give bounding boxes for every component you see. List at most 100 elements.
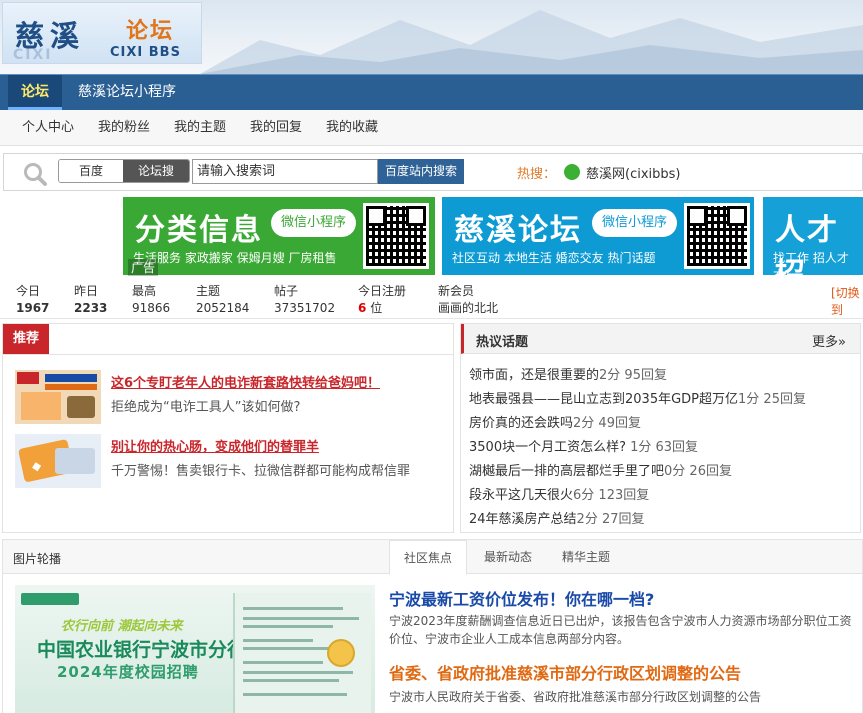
hot-topic-text[interactable]: 湖樾最后一排的高层都烂手里了吧 (469, 464, 664, 479)
stat-unit: 位 (370, 301, 383, 315)
banner-title: 分类信息 (135, 213, 263, 248)
site-logo[interactable]: CIXI 慈溪 论坛 CIXI BBS (2, 2, 202, 64)
hot-topics-panel: 热议话题 更多» 领市面，还是很重要的2分 95回复 地表最强县——昆山立志到2… (460, 323, 861, 533)
logo-en-text: CIXI BBS (110, 45, 181, 60)
stat-posts: 帖子 37351702 (274, 283, 335, 317)
hot-topic-text[interactable]: 24年慈溪房产总结 (469, 512, 577, 527)
fraud-warning-thumbnail (15, 370, 101, 424)
nav-item-forum[interactable]: 论坛 (8, 75, 62, 110)
subnav-item-favorites[interactable]: 我的收藏 (326, 110, 378, 146)
stat-label: 帖子 (274, 284, 299, 298)
tab-community-focus[interactable]: 社区焦点 (389, 540, 468, 575)
more-link[interactable]: 更多» (812, 331, 846, 350)
banner-classifieds[interactable]: 分类信息 微信小程序 生活服务 家政搬家 保姆月嫂 厂房租售 (123, 197, 435, 275)
hot-topic-text[interactable]: 段永平这几天很火 (469, 488, 573, 503)
news-title[interactable]: 省委、省政府批准慈溪市部分行政区划调整的公告 (389, 660, 741, 684)
forum-stats: 今日 1967 昨日 2233 最高 91866 主题 2052184 帖子 3… (0, 281, 863, 319)
recommend-title[interactable]: 别让你的热心肠，变成他们的替罪羊 (111, 436, 319, 455)
subnav-item-replies[interactable]: 我的回复 (250, 110, 302, 146)
tab-featured[interactable]: 精华主题 (562, 540, 610, 574)
banner-title: 慈溪论坛 (454, 213, 582, 248)
hot-topic-item[interactable]: 3500块一个月工资怎么样? 1分 63回复 (469, 436, 698, 455)
nav-item-miniprogram[interactable]: 慈溪论坛小程序 (78, 75, 176, 110)
stat-yesterday: 昨日 2233 (74, 283, 107, 317)
stat-label: 昨日 (74, 284, 99, 298)
qr-code-icon (684, 203, 750, 269)
stat-value: 37351702 (274, 301, 336, 315)
search-type-forum[interactable]: 论坛搜索 (123, 160, 189, 182)
hot-topics-title: 热议话题 (476, 335, 529, 350)
stat-label: 主题 (196, 284, 221, 298)
search-type-baidu[interactable]: 百度 (59, 160, 123, 182)
stat-today: 今日 1967 (16, 283, 49, 317)
hot-search-label: 热搜： (517, 167, 557, 182)
main-nav: 论坛 慈溪论坛小程序 (0, 74, 863, 110)
hot-topic-item[interactable]: 24年慈溪房产总结2分 27回复 (469, 508, 645, 527)
recommend-panel: 推荐 这6个专盯老年人的电诈新套路快转给爸妈吧！ 拒绝成为“电诈工具人”该如何做… (2, 323, 454, 533)
banner-pill: 微信小程序 (592, 209, 678, 237)
hot-topic-meta: 1分 25回复 (738, 392, 806, 407)
recommend-tab[interactable]: 推荐 (3, 324, 49, 354)
page-header: CIXI 慈溪 论坛 CIXI BBS (0, 0, 863, 74)
recommend-desc: 千万警惕！售卖银行卡、拉微信群都可能构成帮信罪 (111, 464, 411, 479)
news-title[interactable]: 宁波最新工资价位发布！你在哪一档? (389, 586, 654, 610)
hot-topic-meta: 2分 27回复 (576, 512, 645, 527)
news-desc: 宁波市人民政府关于省委、省政府批准慈溪市部分行政区划调整的公告 (389, 690, 762, 704)
hot-topic-item[interactable]: 领市面，还是很重要的2分 95回复 (469, 364, 667, 383)
news-desc: 宁波2023年度薪酬调查信息近日已出炉，该报告包含宁波市人力资源市场部分职位工资… (389, 614, 852, 646)
hot-topic-item[interactable]: 房价真的还会跌吗2分 49回复 (469, 412, 641, 431)
switch-view-link[interactable]: [切换到 (831, 284, 863, 318)
hot-topic-item[interactable]: 湖樾最后一排的高层都烂手里了吧0分 26回复 (469, 460, 732, 479)
hot-topic-text[interactable]: 房价真的还会跌吗 (469, 416, 573, 431)
hot-search-link[interactable]: 慈溪网(cixibbs) (586, 163, 681, 182)
search-icon (24, 163, 47, 186)
stat-label: 今日 (16, 284, 41, 298)
search-button[interactable]: 百度站内搜索 (378, 159, 464, 184)
image-headline: 中国农业银行宁波市分行 (37, 639, 247, 661)
tab-latest[interactable]: 最新动态 (484, 540, 532, 574)
banner-forum[interactable]: 慈溪论坛 微信小程序 社区互动 本地生活 婚恋交友 热门话题 (442, 197, 754, 275)
hot-topics-header: 热议话题 更多» (461, 324, 860, 354)
hot-topic-text[interactable]: 领市面，还是很重要的 (469, 368, 599, 383)
hot-topic-text[interactable]: 3500块一个月工资怎么样? (469, 440, 626, 455)
hot-topic-item[interactable]: 段永平这几天很火6分 123回复 (469, 484, 649, 503)
hot-topic-item[interactable]: 地表最强县——昆山立志到2035年GDP超万亿1分 25回复 (469, 388, 806, 407)
banner-subtitle: 生活服务 家政搬家 保姆月嫂 厂房租售 (133, 251, 337, 265)
carousel-image[interactable]: 农行向前 潮起向未来 中国农业银行宁波市分行 2024年度校园招聘 (15, 585, 375, 713)
logo-sub-text: 论坛 (126, 19, 175, 44)
stat-registrations: 今日注册 6 位 (358, 283, 406, 317)
stat-label: 今日注册 (358, 284, 407, 298)
search-type-switch: 百度 论坛搜索 (58, 159, 190, 183)
wechat-icon (564, 164, 580, 180)
image-subheadline: 2024年度校园招聘 (57, 663, 199, 681)
hot-topic-meta: 6分 123回复 (573, 488, 650, 503)
hot-topic-text[interactable]: 地表最强县——昆山立志到2035年GDP超万亿 (469, 392, 738, 407)
carousel-section: 图片轮播 社区焦点 最新动态 精华主题 农行向前 潮起向未来 中国农业银行宁波市… (2, 539, 863, 713)
bank-card-thumbnail: ◆ (15, 434, 101, 488)
banner-jobs[interactable]: 人才招 找工作 招人才 本 (763, 197, 863, 275)
hot-topic-meta: 1分 63回复 (625, 440, 699, 455)
hot-topic-meta: 2分 95回复 (599, 368, 667, 383)
stat-value: 2052184 (196, 301, 250, 315)
stat-newest-member: 新会员 画画的北北 (438, 283, 498, 317)
subnav-item-profile[interactable]: 个人中心 (22, 110, 74, 146)
hot-topic-meta: 2分 49回复 (573, 416, 641, 431)
subnav-item-threads[interactable]: 我的主题 (174, 110, 226, 146)
carousel-header: 图片轮播 社区焦点 最新动态 精华主题 (3, 540, 862, 575)
stat-value: 6 (358, 301, 367, 315)
bank-logo-icon (21, 593, 79, 605)
banner-pill: 微信小程序 (271, 209, 357, 237)
banner-subtitle: 找工作 招人才 本 (773, 251, 849, 275)
sub-nav: 个人中心 我的粉丝 我的主题 我的回复 我的收藏 (0, 110, 863, 146)
search-bar: 百度 论坛搜索 百度站内搜索 热搜： 慈溪网(cixibbs) (3, 153, 863, 191)
ad-tag: 广告 (128, 259, 159, 276)
subnav-item-fans[interactable]: 我的粉丝 (98, 110, 150, 146)
banner-subtitle: 社区互动 本地生活 婚恋交友 热门话题 (452, 251, 656, 265)
stat-label: 最高 (132, 284, 157, 298)
search-input[interactable] (192, 159, 378, 184)
newest-member-link[interactable]: 画画的北北 (438, 299, 498, 317)
hot-topic-meta: 0分 26回复 (664, 464, 732, 479)
recommend-title[interactable]: 这6个专盯老年人的电诈新套路快转给爸妈吧！ (111, 372, 380, 391)
coin-icon (327, 639, 355, 667)
carousel-label: 图片轮播 (13, 552, 62, 566)
